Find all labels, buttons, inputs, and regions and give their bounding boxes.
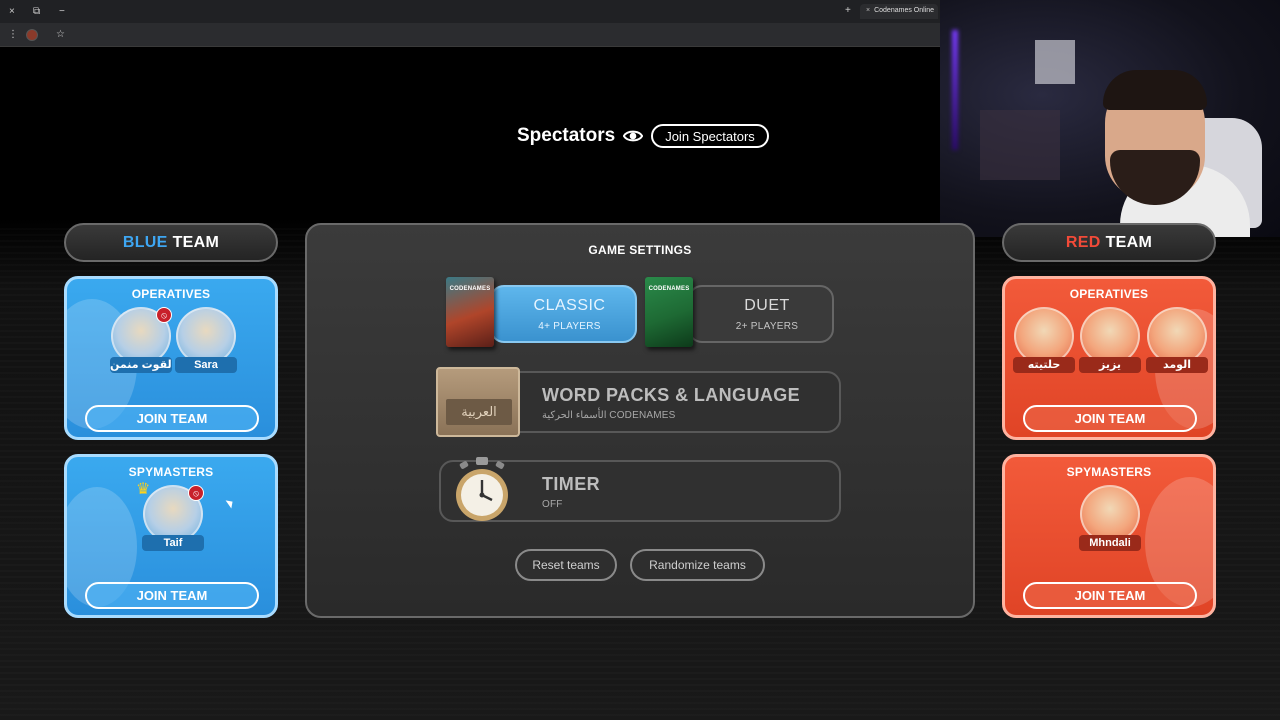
tab-close-icon[interactable]: × <box>866 7 870 14</box>
wifi-off-icon: ⦸ <box>188 485 204 501</box>
webcam-neon-light <box>952 30 958 150</box>
red-spymasters-title: SPYMASTERS <box>1066 465 1152 479</box>
player-name: يزيز <box>1079 357 1141 373</box>
blue-spymasters-join-button[interactable]: JOIN TEAM <box>85 582 259 609</box>
classic-box-text: CODENAMES <box>449 286 491 292</box>
blue-spymasters-panel: SPYMASTERS ♛ ⦸ Taif JOIN TEAM <box>64 454 278 618</box>
window-minimize-icon[interactable]: − <box>59 6 65 18</box>
game-settings-title: GAME SETTINGS <box>588 243 692 257</box>
blue-team-color-word: BLUE <box>122 233 168 251</box>
language-card-icon: العربية <box>436 367 520 437</box>
window-close-icon[interactable]: × <box>9 6 15 18</box>
red-operatives-title: OPERATIVES <box>1069 287 1149 301</box>
blue-operatives-panel: OPERATIVES ⦸ القوت منمن Sara JOIN TEAM <box>64 276 278 440</box>
browser-titlebar: × ⧉ − + × Codenames Online <box>0 0 940 23</box>
red-spymasters-panel: SPYMASTERS Mhndali JOIN TEAM <box>1002 454 1216 618</box>
player-name: حلتيته <box>1013 357 1075 373</box>
new-tab-icon[interactable]: + <box>845 5 851 17</box>
blue-operative-player-2[interactable]: Sara <box>175 307 237 373</box>
red-operatives-panel: OPERATIVES حلتيته يزيز الومد JOIN TEAM <box>1002 276 1216 440</box>
window-restore-icon[interactable]: ⧉ <box>33 6 40 18</box>
red-operative-player-3[interactable]: الومد <box>1146 307 1208 373</box>
profile-avatar[interactable] <box>26 29 38 41</box>
duet-box-art: CODENAMES <box>645 277 693 347</box>
word-packs-title: WORD PACKS & LANGUAGE <box>542 385 801 405</box>
mode-duet-players: 2+ PLAYERS <box>735 321 799 332</box>
browser-tab[interactable]: × Codenames Online <box>860 4 938 19</box>
red-team-header: RED TEAM <box>1002 223 1216 262</box>
join-spectators-button[interactable]: Join Spectators <box>651 124 769 148</box>
crown-icon: ♛ <box>136 481 151 498</box>
player-name: الومد <box>1146 357 1208 373</box>
spectators-label: Spectators <box>517 125 616 146</box>
mode-classic-button[interactable]: CLASSIC 4+ PLAYERS <box>490 285 637 343</box>
word-packs-subtitle: الأسماء الحركية CODENAMES <box>542 410 676 421</box>
timer-title: TIMER <box>542 474 600 494</box>
bookmark-star-icon[interactable]: ☆ <box>56 29 65 41</box>
blue-operative-player-1[interactable]: ⦸ القوت منمن <box>110 307 172 373</box>
timer-status: OFF <box>542 499 563 510</box>
duet-box-text: CODENAMES <box>648 286 690 292</box>
red-spymasters-join-button[interactable]: JOIN TEAM <box>1023 582 1197 609</box>
browser-menu-icon[interactable]: ⋮ <box>8 29 18 41</box>
randomize-teams-button[interactable]: Randomize teams <box>630 549 765 581</box>
wifi-off-icon: ⦸ <box>156 307 172 323</box>
red-operative-player-2[interactable]: يزيز <box>1079 307 1141 373</box>
mode-classic-label: CLASSIC <box>533 297 606 314</box>
blue-spymasters-title: SPYMASTERS <box>128 465 214 479</box>
webcam-overlay <box>940 0 1280 237</box>
webcam-background-desk <box>980 110 1060 180</box>
player-name: Taif <box>142 535 204 551</box>
red-team-team-word: TEAM <box>1105 233 1153 251</box>
red-team-color-word: RED <box>1065 233 1101 251</box>
player-name: Mhndali <box>1079 535 1141 551</box>
blue-operatives-join-button[interactable]: JOIN TEAM <box>85 405 259 432</box>
stopwatch-icon <box>456 457 508 521</box>
webcam-person-hair <box>1103 70 1207 110</box>
spectators-bar: Spectators Join Spectators <box>517 124 769 148</box>
eye-icon <box>623 130 644 142</box>
red-spymaster-player-1[interactable]: Mhndali <box>1079 485 1141 551</box>
blue-team-team-word: TEAM <box>172 233 220 251</box>
blue-operatives-title: OPERATIVES <box>131 287 211 301</box>
browser-toolbar: ⋮ ☆ <box>0 23 940 47</box>
blue-team-header: BLUE TEAM <box>64 223 278 262</box>
player-name: Sara <box>175 357 237 373</box>
red-operatives-join-button[interactable]: JOIN TEAM <box>1023 405 1197 432</box>
webcam-background-monitor <box>1035 40 1075 84</box>
reset-teams-button[interactable]: Reset teams <box>515 549 617 581</box>
mode-duet-label: DUET <box>744 297 790 314</box>
blue-spymaster-player-1[interactable]: ♛ ⦸ Taif <box>136 481 204 551</box>
mode-classic-players: 4+ PLAYERS <box>538 321 601 332</box>
screen: × ⧉ − + × Codenames Online ⋮ ☆ Spectators… <box>0 0 1280 720</box>
language-card-text: العربية <box>446 399 512 425</box>
classic-box-art: CODENAMES <box>446 277 494 347</box>
tab-title: Codenames Online <box>874 7 935 14</box>
red-operative-player-1[interactable]: حلتيته <box>1013 307 1075 373</box>
player-name: القوت منمن <box>110 357 172 373</box>
mode-duet-button[interactable]: DUET 2+ PLAYERS <box>688 285 834 343</box>
